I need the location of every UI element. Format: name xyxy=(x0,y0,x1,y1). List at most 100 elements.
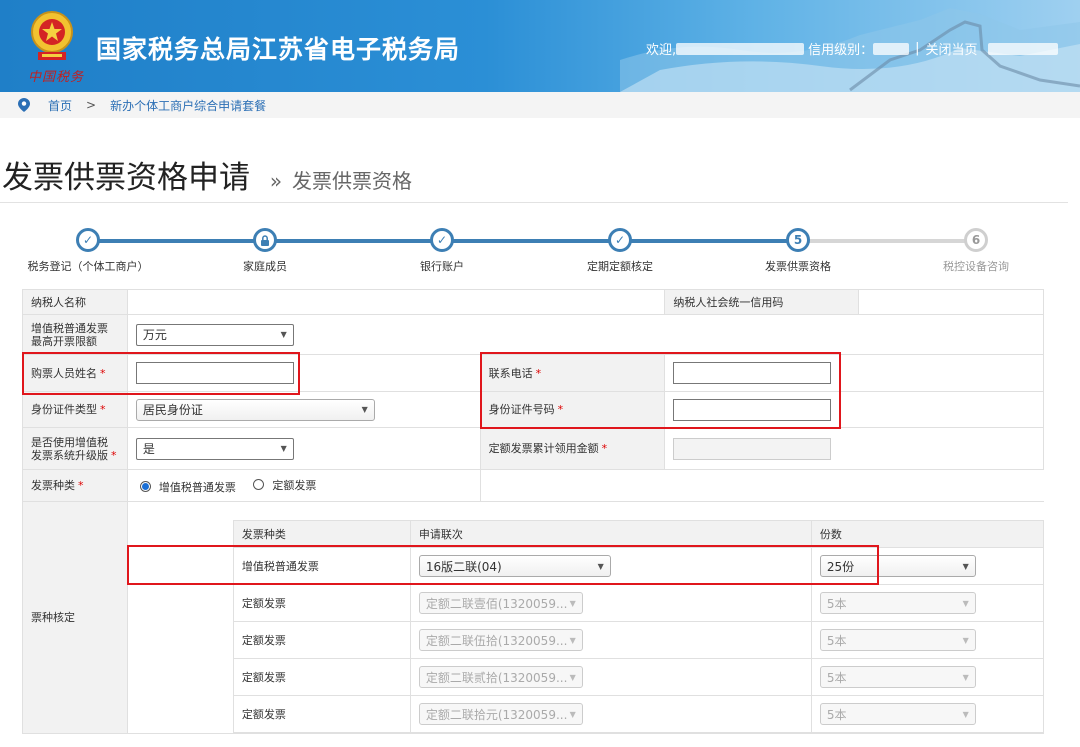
max-limit-label: 增值税普通发票最高开票限额 xyxy=(22,314,128,355)
chevron-down-icon: ▼ xyxy=(962,635,969,645)
page-title: 发票供票资格申请 » 发票供票资格 xyxy=(2,152,412,197)
credit-code-value xyxy=(858,289,1044,315)
table-row: 定额发票 定额二联拾元(1320059... ▼ 5本 ▼ xyxy=(232,695,1044,733)
chevron-down-icon: ▼ xyxy=(361,405,368,414)
check-icon: ✓ xyxy=(608,228,632,252)
chevron-down-icon: ▼ xyxy=(569,598,576,608)
progress-stepper: ✓ 税务登记（个体工商户） 家庭成员 ✓ 银行账户 ✓ 定期定额核定 5 发票供… xyxy=(0,222,1068,274)
breadcrumb-current[interactable]: 新办个体工商户综合申请套餐 xyxy=(110,97,266,114)
step-label: 定期定额核定 xyxy=(587,260,653,273)
breadcrumb: 首页 > 新办个体工商户综合申请套餐 xyxy=(0,92,1080,118)
step-tax-registration[interactable]: ✓ 税务登记（个体工商户） xyxy=(13,228,163,274)
credit-level-label: 信用级别： xyxy=(808,43,874,58)
redacted-credit-level xyxy=(873,42,910,55)
max-limit-select[interactable]: 万元 ▼ xyxy=(135,323,294,346)
radio-vat-invoice[interactable]: 增值税普通发票 xyxy=(139,479,236,495)
chevron-down-icon: ▼ xyxy=(569,709,576,719)
site-header: 中国税务 国家税务总局江苏省电子税务局 欢迎, 信用级别： | 关闭当页 xyxy=(0,0,1080,92)
emblem-subtitle: 中国税务 xyxy=(28,70,85,85)
chevron-down-icon: ▼ xyxy=(569,672,576,682)
quota-total-label: 定额发票累计领用金额 xyxy=(488,442,599,455)
step-label: 发票供票资格 xyxy=(765,260,831,273)
id-number-input[interactable] xyxy=(673,398,832,421)
site-title: 国家税务总局江苏省电子税务局 xyxy=(96,35,461,64)
credit-code-label: 纳税人社会统一信用码 xyxy=(664,289,860,315)
count-select: 5本 ▼ xyxy=(819,629,976,651)
chevron-down-icon: ▼ xyxy=(962,561,969,571)
phone-input[interactable] xyxy=(673,362,832,384)
table-row: 定额发票 定额二联壹佰(1320059... ▼ 5本 ▼ xyxy=(232,584,1044,622)
ticket-table: 发票种类 申请联次 份数 增值税普通发票 16版二联(04) ▼ 25份 ▼ 定额发… xyxy=(232,520,1044,733)
user-bar: 欢迎, 信用级别： | 关闭当页 xyxy=(646,39,1058,58)
step-quota-assessment[interactable]: ✓ 定期定额核定 xyxy=(545,228,695,274)
step-label: 家庭成员 xyxy=(243,260,287,273)
step-label: 税务登记（个体工商户） xyxy=(27,260,149,273)
chevron-down-icon: ▼ xyxy=(280,444,287,453)
ticket-header-count: 份数 xyxy=(810,520,1044,548)
close-page-link[interactable]: 关闭当页 xyxy=(926,39,978,58)
table-row: 增值税普通发票 16版二联(04) ▼ 25份 ▼ xyxy=(232,547,1044,585)
chevron-down-icon: ▼ xyxy=(569,635,576,645)
radio-quota-invoice[interactable]: 定额发票 xyxy=(253,477,316,493)
step-number: 5 xyxy=(786,228,810,252)
count-select: 5本 ▼ xyxy=(819,592,976,614)
ticket-header-copy: 申请联次 xyxy=(409,520,812,548)
welcome-text: 欢迎, xyxy=(646,43,677,58)
count-select: 5本 ▼ xyxy=(819,666,976,688)
chevron-down-icon: ▼ xyxy=(962,598,969,608)
chevron-down-icon: ▼ xyxy=(597,561,604,571)
count-select[interactable]: 25份 ▼ xyxy=(819,555,976,577)
ticket-header-kind: 发票种类 xyxy=(232,520,411,548)
id-number-label: 身份证件号码 xyxy=(488,403,555,416)
buyer-name-input[interactable] xyxy=(135,362,294,384)
copy-select: 定额二联贰拾(1320059... ▼ xyxy=(418,666,583,688)
page-subtitle-prefix: » xyxy=(269,169,283,193)
redacted-username xyxy=(676,42,805,55)
upgrade-system-label: 是否使用增值税发票系统升级版 xyxy=(31,435,108,462)
step-bank-account[interactable]: ✓ 银行账户 xyxy=(367,228,517,274)
ticket-kind: 定额发票 xyxy=(232,621,411,659)
chevron-down-icon: ▼ xyxy=(280,330,287,339)
ticket-kind: 定额发票 xyxy=(232,584,411,622)
table-row: 定额发票 定额二联贰拾(1320059... ▼ 5本 ▼ xyxy=(232,658,1044,696)
count-select: 5本 ▼ xyxy=(819,703,976,725)
breadcrumb-separator: > xyxy=(86,98,97,112)
id-type-select[interactable]: 居民身份证 ▼ xyxy=(135,398,375,421)
redacted-info xyxy=(987,42,1058,55)
invoice-application-form: 纳税人名称 纳税人社会统一信用码 增值税普通发票最高开票限额 万元 ▼ 购票人员… xyxy=(22,289,1045,734)
taxpayer-name-label: 纳税人名称 xyxy=(22,289,128,315)
step-tax-device-consult[interactable]: 6 税控设备咨询 xyxy=(901,228,1051,274)
ticket-kind: 增值税普通发票 xyxy=(232,547,411,585)
step-family-members[interactable]: 家庭成员 xyxy=(190,228,340,274)
location-pin-icon xyxy=(18,98,30,112)
page-title-text: 发票供票资格申请 xyxy=(2,160,250,196)
quota-total-input xyxy=(673,437,832,460)
ticket-kind: 定额发票 xyxy=(232,658,411,696)
check-icon: ✓ xyxy=(430,228,454,252)
step-invoice-qualification[interactable]: 5 发票供票资格 xyxy=(723,228,873,274)
breadcrumb-home[interactable]: 首页 xyxy=(48,97,72,114)
id-type-label: 身份证件类型 xyxy=(31,403,97,416)
table-row: 定额发票 定额二联伍拾(1320059... ▼ 5本 ▼ xyxy=(232,621,1044,659)
ticket-kind: 定额发票 xyxy=(232,695,411,733)
title-divider xyxy=(0,202,1068,203)
upgrade-system-select[interactable]: 是 ▼ xyxy=(135,437,294,460)
lock-icon xyxy=(253,228,277,252)
check-icon: ✓ xyxy=(76,228,100,252)
chevron-down-icon: ▼ xyxy=(962,709,969,719)
copy-select: 定额二联拾元(1320059... ▼ xyxy=(418,703,583,725)
step-label: 银行账户 xyxy=(420,260,464,273)
buyer-name-label: 购票人员姓名 xyxy=(31,366,97,380)
tax-emblem-icon xyxy=(31,11,73,60)
phone-label: 联系电话 xyxy=(488,366,533,380)
step-number: 6 xyxy=(964,228,988,252)
chevron-down-icon: ▼ xyxy=(962,672,969,682)
copy-select[interactable]: 16版二联(04) ▼ xyxy=(418,555,611,577)
copy-select: 定额二联壹佰(1320059... ▼ xyxy=(418,592,583,614)
copy-select: 定额二联伍拾(1320059... ▼ xyxy=(418,629,583,651)
step-label: 税控设备咨询 xyxy=(943,260,1009,273)
taxpayer-name-value xyxy=(126,289,666,315)
page-subtitle: 发票供票资格 xyxy=(291,169,412,193)
ticket-section-label: 票种核定 xyxy=(22,501,128,734)
invoice-kind-label: 发票种类 xyxy=(31,479,75,492)
